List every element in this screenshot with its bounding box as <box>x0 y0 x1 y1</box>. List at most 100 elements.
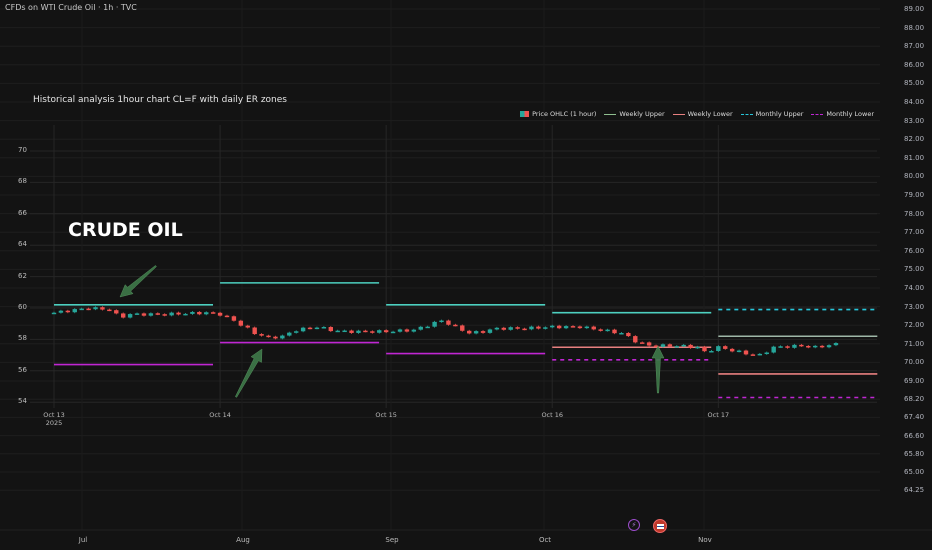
price-axis-label: 74.00 <box>904 284 925 292</box>
legend-price: Price OHLC (1 hour) <box>520 110 596 118</box>
candle-down <box>121 313 126 318</box>
y-tick-label: 70 <box>18 146 27 154</box>
candle-up <box>439 320 444 323</box>
price-axis-label: 75.00 <box>904 265 925 274</box>
candle-down <box>453 324 458 327</box>
price-axis-label: 69.00 <box>904 377 925 385</box>
candle-down <box>723 346 728 349</box>
y-tick-label: 64 <box>18 240 27 249</box>
candle-up <box>93 307 98 310</box>
candle-down <box>591 326 596 330</box>
candle-up <box>584 326 590 329</box>
candle-up <box>79 308 84 311</box>
price-axis-label: 70.00 <box>904 358 925 367</box>
price-axis-label: 73.00 <box>904 302 925 311</box>
candle-up <box>411 329 417 332</box>
annotation-arrow-icon <box>651 345 665 394</box>
candle-up <box>826 345 832 348</box>
candle-up <box>148 313 154 316</box>
candle-down <box>349 330 354 333</box>
candle-down <box>702 346 707 352</box>
candle-up <box>771 346 776 353</box>
x-tick-label: Oct 17 <box>708 411 730 419</box>
legend-monthly-upper: Monthly Upper <box>740 110 803 118</box>
price-axis-label: 78.00 <box>904 209 925 218</box>
candle-down <box>155 313 160 315</box>
candle-down <box>210 312 216 314</box>
annotation-arrow-icon <box>119 265 157 298</box>
candle-down <box>231 316 237 321</box>
candle-down <box>806 345 811 348</box>
price-axis-label: 65.80 <box>904 449 925 458</box>
us-flag-icon[interactable] <box>653 519 667 533</box>
time-axis-label: Aug <box>236 536 250 544</box>
candle-down <box>598 329 603 331</box>
x-tick-label: Oct 13 2025 <box>43 411 65 427</box>
candle-up <box>494 327 500 330</box>
candle-down <box>626 332 631 337</box>
candle-down <box>307 327 313 330</box>
candle-down <box>480 331 486 333</box>
legend-weekly-lower: Weekly Lower <box>672 110 733 118</box>
time-axis-label: Nov <box>698 536 712 544</box>
y-tick-label: 58 <box>18 334 27 343</box>
candle-up <box>709 351 714 353</box>
price-axis-label: 72.00 <box>904 321 925 330</box>
candle-up <box>487 329 493 333</box>
candle-up <box>813 345 818 348</box>
candle-down <box>515 327 520 329</box>
candle-down <box>224 315 230 318</box>
candle-up <box>508 327 513 330</box>
price-axis-label: 88.00 <box>904 23 925 32</box>
candle-down <box>819 345 825 348</box>
price-axis-label: 79.00 <box>904 191 925 199</box>
candle-down <box>217 312 223 316</box>
price-axis-label: 68.20 <box>904 395 925 404</box>
candle-up <box>550 325 555 328</box>
candle-down <box>328 327 333 332</box>
candle-up <box>543 327 548 329</box>
candle-down <box>238 320 244 326</box>
lightning-icon[interactable]: ⚡ <box>628 519 640 531</box>
candle-down <box>743 350 749 355</box>
time-axis-label: Oct <box>538 536 552 544</box>
candle-down <box>729 348 735 352</box>
candle-down <box>646 342 652 346</box>
candle-down <box>667 344 673 347</box>
candle-down <box>65 310 71 313</box>
candle-down <box>460 325 465 331</box>
candle-down <box>107 309 112 312</box>
x-tick-date: Oct 16 <box>541 411 564 419</box>
price-axis-label: 65.00 <box>904 468 925 476</box>
candle-down <box>259 334 264 336</box>
candle-down <box>446 320 451 325</box>
candle-down <box>363 330 368 333</box>
candle-down <box>370 331 375 333</box>
candle-up <box>183 313 188 316</box>
candle-down <box>688 344 693 348</box>
time-axis-label: Jul <box>78 536 88 544</box>
candle-down <box>785 346 790 348</box>
candle-down <box>176 312 181 315</box>
price-axis-label: 77.00 <box>904 228 925 237</box>
legend-weekly-upper: Weekly Upper <box>604 110 665 118</box>
x-tick-date: Oct 15 <box>375 411 397 419</box>
candle-up <box>529 326 534 330</box>
candle-up <box>681 344 686 347</box>
candle-up <box>390 331 396 334</box>
candle-up <box>335 330 340 333</box>
candle-up <box>342 330 347 333</box>
candle-up <box>418 326 423 330</box>
candle-up <box>473 331 479 334</box>
candle-up <box>280 335 285 339</box>
price-axis-label: 76.00 <box>904 246 925 255</box>
candle-up <box>190 311 195 314</box>
candle-down <box>750 354 756 356</box>
candle-up <box>778 346 783 348</box>
x-tick-date: Oct 17 <box>707 411 730 419</box>
candle-up <box>695 346 700 349</box>
price-chart[interactable] <box>0 0 932 550</box>
candle-up <box>287 332 292 336</box>
candle-down <box>577 326 583 329</box>
candle-up <box>294 331 299 333</box>
